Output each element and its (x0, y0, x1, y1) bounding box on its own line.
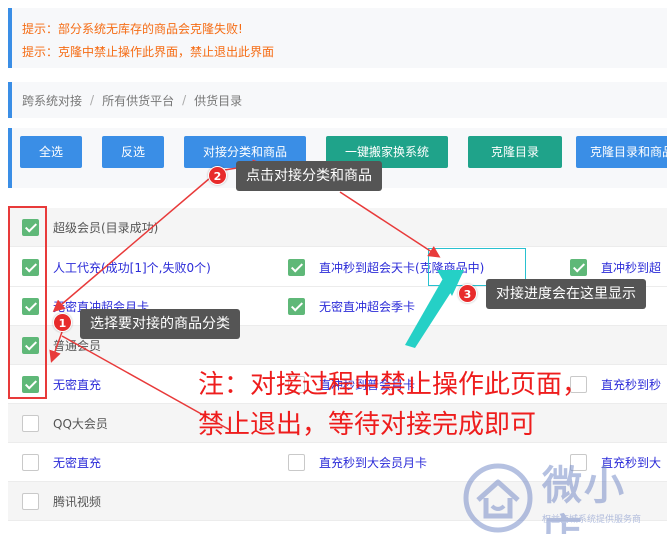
warning-note-line-1: 注：对接过程中禁止操作此页面， (198, 370, 589, 400)
step-marker-1: 1 (53, 313, 72, 332)
home-icon (463, 463, 533, 533)
step-tooltip-2: 点击对接分类和商品 (236, 161, 382, 191)
step-marker-2: 2 (208, 166, 227, 185)
step-tooltip-1: 选择要对接的商品分类 (80, 309, 240, 339)
step-marker-3: 3 (458, 284, 477, 303)
arrow-to-categories (52, 177, 211, 312)
arrow-to-checkbox (49, 331, 63, 363)
watermark-subtitle: 权益商城系统提供服务商 (542, 515, 642, 525)
arrow-to-progress (339, 191, 441, 258)
annotation-arrows (49, 159, 464, 431)
warning-note-line-2: 禁止退出，等待对接完成即可 (198, 410, 537, 440)
step-tooltip-3: 对接进度会在这里显示 (486, 279, 646, 309)
brand-watermark: 微小店 权益商城系统提供服务商 (462, 462, 667, 534)
